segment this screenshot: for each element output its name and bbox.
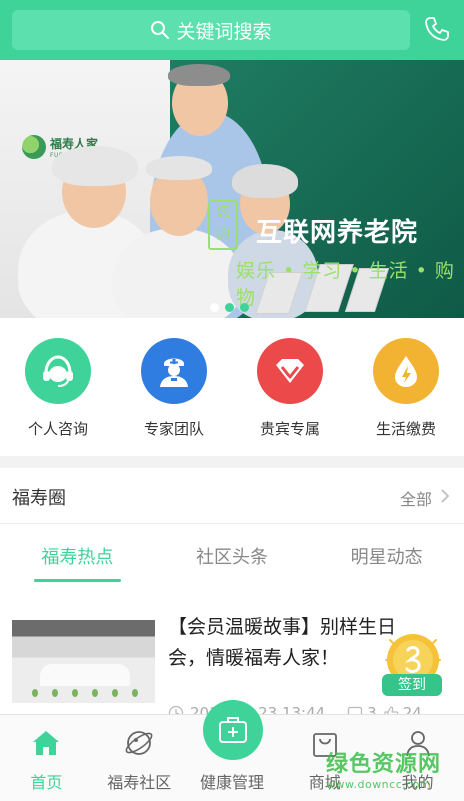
circle-section-header: 福寿圈 全部 [0,468,464,524]
carousel-indicator [210,303,249,312]
headset-icon [25,338,91,404]
content-tabs: 福寿热点 社区头条 明星动态 [0,524,464,584]
app-screen: 关键词搜索 福寿人家 FUSHOURENJIA [0,0,464,801]
section-title: 福寿圈 [12,488,66,509]
service-label: 专家团队 [143,420,204,438]
slogan-box-char-2: 的 [216,227,230,243]
planet-icon [125,731,153,755]
promo-banner[interactable]: 福寿人家 FUSHOURENJIA 您 的 互联网养老院 [0,60,464,318]
watermark: 绿色资源网 www.downcc.com [326,746,441,791]
article-thumbnail [12,620,155,703]
carousel-dot[interactable] [240,303,249,312]
medical-kit-icon [219,717,247,743]
top-header: 关键词搜索 [0,0,464,60]
health-center-button[interactable] [203,700,263,760]
search-bar[interactable]: 关键词搜索 [12,10,410,50]
service-label: 个人咨询 [27,420,88,438]
nav-item-community[interactable]: 福寿社区 [93,715,186,801]
service-expert-team[interactable]: 专家团队 [116,318,232,456]
service-label: 贵宾专属 [259,420,320,438]
nav-label: 首页 [30,773,63,792]
utility-icon [373,338,439,404]
watermark-en: www.downcc.com [326,778,432,791]
nav-item-home[interactable]: 首页 [0,715,93,801]
carousel-dot-active[interactable] [225,303,234,312]
chevron-right-icon[interactable] [440,488,450,504]
slogan-box: 您 的 [208,200,238,250]
service-vip[interactable]: 贵宾专属 [232,318,348,456]
service-grid: 个人咨询 专家团队 贵宾专属 生活缴费 [0,318,464,456]
home-icon [33,731,60,755]
view-all-link[interactable]: 全部 [400,486,432,510]
banner-slogan: 互联网养老院 [256,218,419,248]
service-personal-consult[interactable]: 个人咨询 [0,318,116,456]
tab-community-headlines[interactable]: 社区头条 [155,524,310,584]
tab-celebrity-news[interactable]: 明星动态 [309,524,464,584]
slogan-box-char-1: 您 [216,205,230,221]
service-utility-payment[interactable]: 生活缴费 [348,318,464,456]
watermark-cn: 绿色资源网 [326,752,442,777]
brand-logo-icon [22,135,46,159]
service-label: 生活缴费 [375,420,436,438]
sign-in-button[interactable]: 签到 [382,674,442,696]
banner-tags: 娱乐 • 学习 • 生活 • 购物 [236,260,455,309]
phone-icon[interactable] [422,14,452,44]
search-icon [151,21,170,39]
vip-icon [257,338,323,404]
search-placeholder: 关键词搜索 [176,20,272,43]
tab-hot[interactable]: 福寿热点 [0,524,155,584]
carousel-dot[interactable] [210,303,219,312]
nav-label: 福寿社区 [107,773,172,792]
nav-label: 健康管理 [199,773,264,792]
doctor-icon [141,338,207,404]
